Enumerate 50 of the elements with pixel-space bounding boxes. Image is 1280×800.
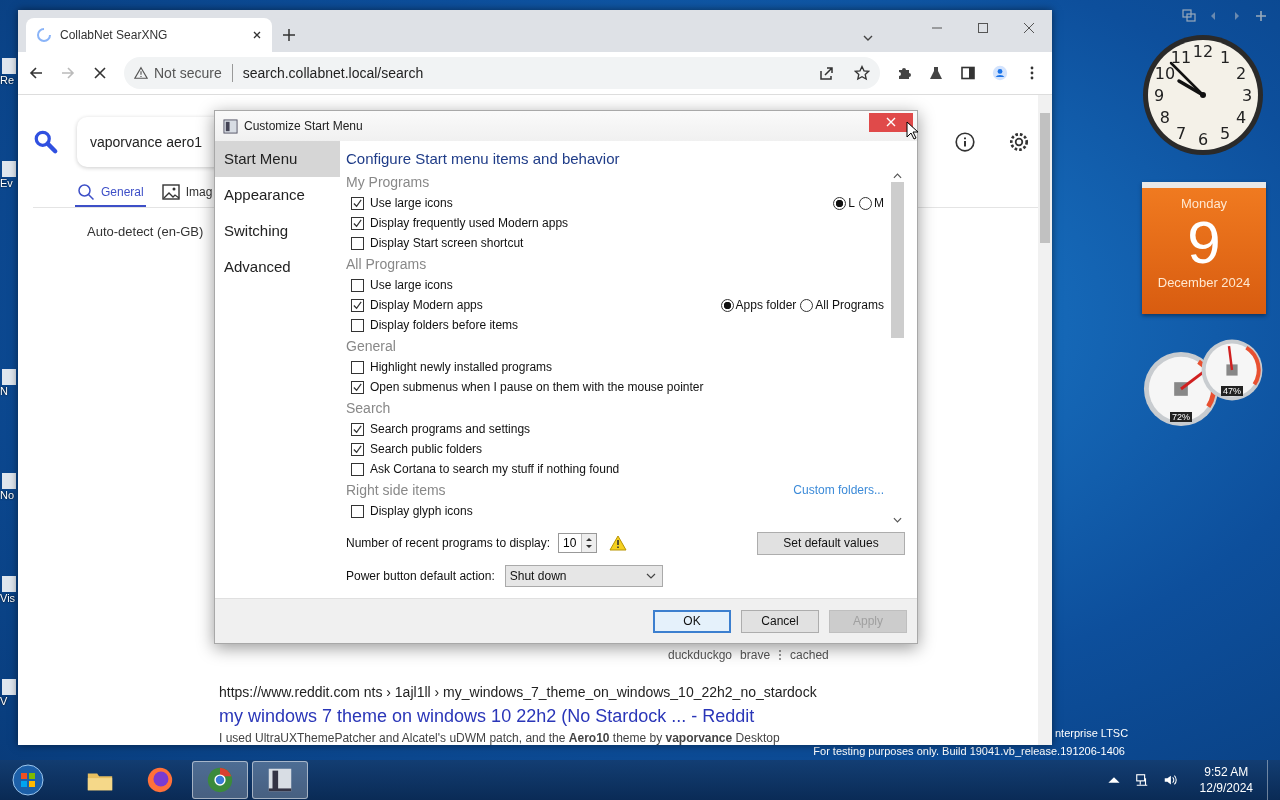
watermark-text: For testing purposes only. Build 19041.vb_release.191206-1406	[813, 745, 1125, 757]
clock-numeral: 2	[1236, 64, 1247, 83]
clock-numeral: 1	[1219, 47, 1231, 67]
clock-numeral: 10	[1154, 64, 1176, 83]
option-label: Use large icons	[370, 278, 453, 292]
power-action-label: Power button default action:	[346, 569, 495, 583]
option-label: Search programs and settings	[370, 422, 531, 436]
clock-numeral: 7	[1175, 124, 1187, 144]
option-label: Search public folders	[370, 442, 483, 456]
option-label: Display Start screen shortcut	[370, 236, 524, 250]
clock-numeral: 3	[1241, 86, 1253, 105]
clock-numeral: 6	[1197, 130, 1209, 149]
section-heading: Configure Start menu items and behavior	[346, 149, 621, 169]
option-label: Ask Cortana to search my stuff if nothing found	[370, 462, 620, 476]
clock-numeral: 9	[1153, 86, 1165, 105]
desktop-icon-label: Ev	[0, 177, 13, 189]
group-title: Search	[346, 400, 391, 416]
desktop-icon-label: V	[0, 695, 8, 707]
radio-label: M	[874, 196, 884, 210]
option-label: Display Modern apps	[370, 298, 483, 312]
desktop-icon-label: N	[0, 385, 8, 397]
option-label: Use large icons	[370, 196, 453, 210]
option-label: Open submenus when I pause on them with the mouse pointer	[370, 380, 704, 394]
radio-label: L	[848, 196, 855, 210]
group-title: All Programs	[346, 256, 427, 272]
clock-numeral: 8	[1159, 108, 1170, 127]
option-label: Display frequently used Modern apps	[370, 216, 569, 230]
group-title: General	[346, 338, 396, 354]
dialog-title: Customize Start Menu	[244, 119, 363, 133]
radio-label: All Programs	[815, 298, 884, 312]
radio-label: Apps folder	[735, 298, 797, 312]
recent-programs-label: Number of recent programs to display:	[346, 536, 551, 550]
clock-numeral: 4	[1236, 108, 1247, 127]
url-text: search.collabnet.local/search	[242, 65, 424, 81]
clock-numeral: 12	[1192, 42, 1214, 61]
desktop-icon-label: No	[0, 489, 15, 501]
watermark-text: nterprise LTSC	[1055, 727, 1129, 739]
option-label: Display folders before items	[370, 318, 519, 332]
option-label: Display glyph icons	[370, 504, 473, 518]
group-title: My Programs	[346, 174, 430, 190]
option-label: Highlight newly installed programs	[370, 360, 553, 374]
clock-numeral: 11	[1170, 47, 1192, 67]
result-url: https://www.reddit.com nts › 1ajl1ll › my_windows_7_theme_on_windows_10_22h2_no_stardock	[219, 684, 818, 700]
desktop-icon-label: Re	[0, 74, 15, 86]
meter-gauge: 47%	[1200, 338, 1264, 402]
result-snippet: I used UltraUXThemePatcher and Alcatel's uDWM patch, and the Aero10 theme by vaporvance Desktop	[219, 731, 781, 745]
clock-numeral: 5	[1219, 124, 1231, 144]
desktop-icon-label: Vis	[0, 592, 16, 604]
calendar-gadget: Monday 9 December 2024	[1142, 182, 1266, 314]
group-title: Right side items	[346, 482, 446, 498]
